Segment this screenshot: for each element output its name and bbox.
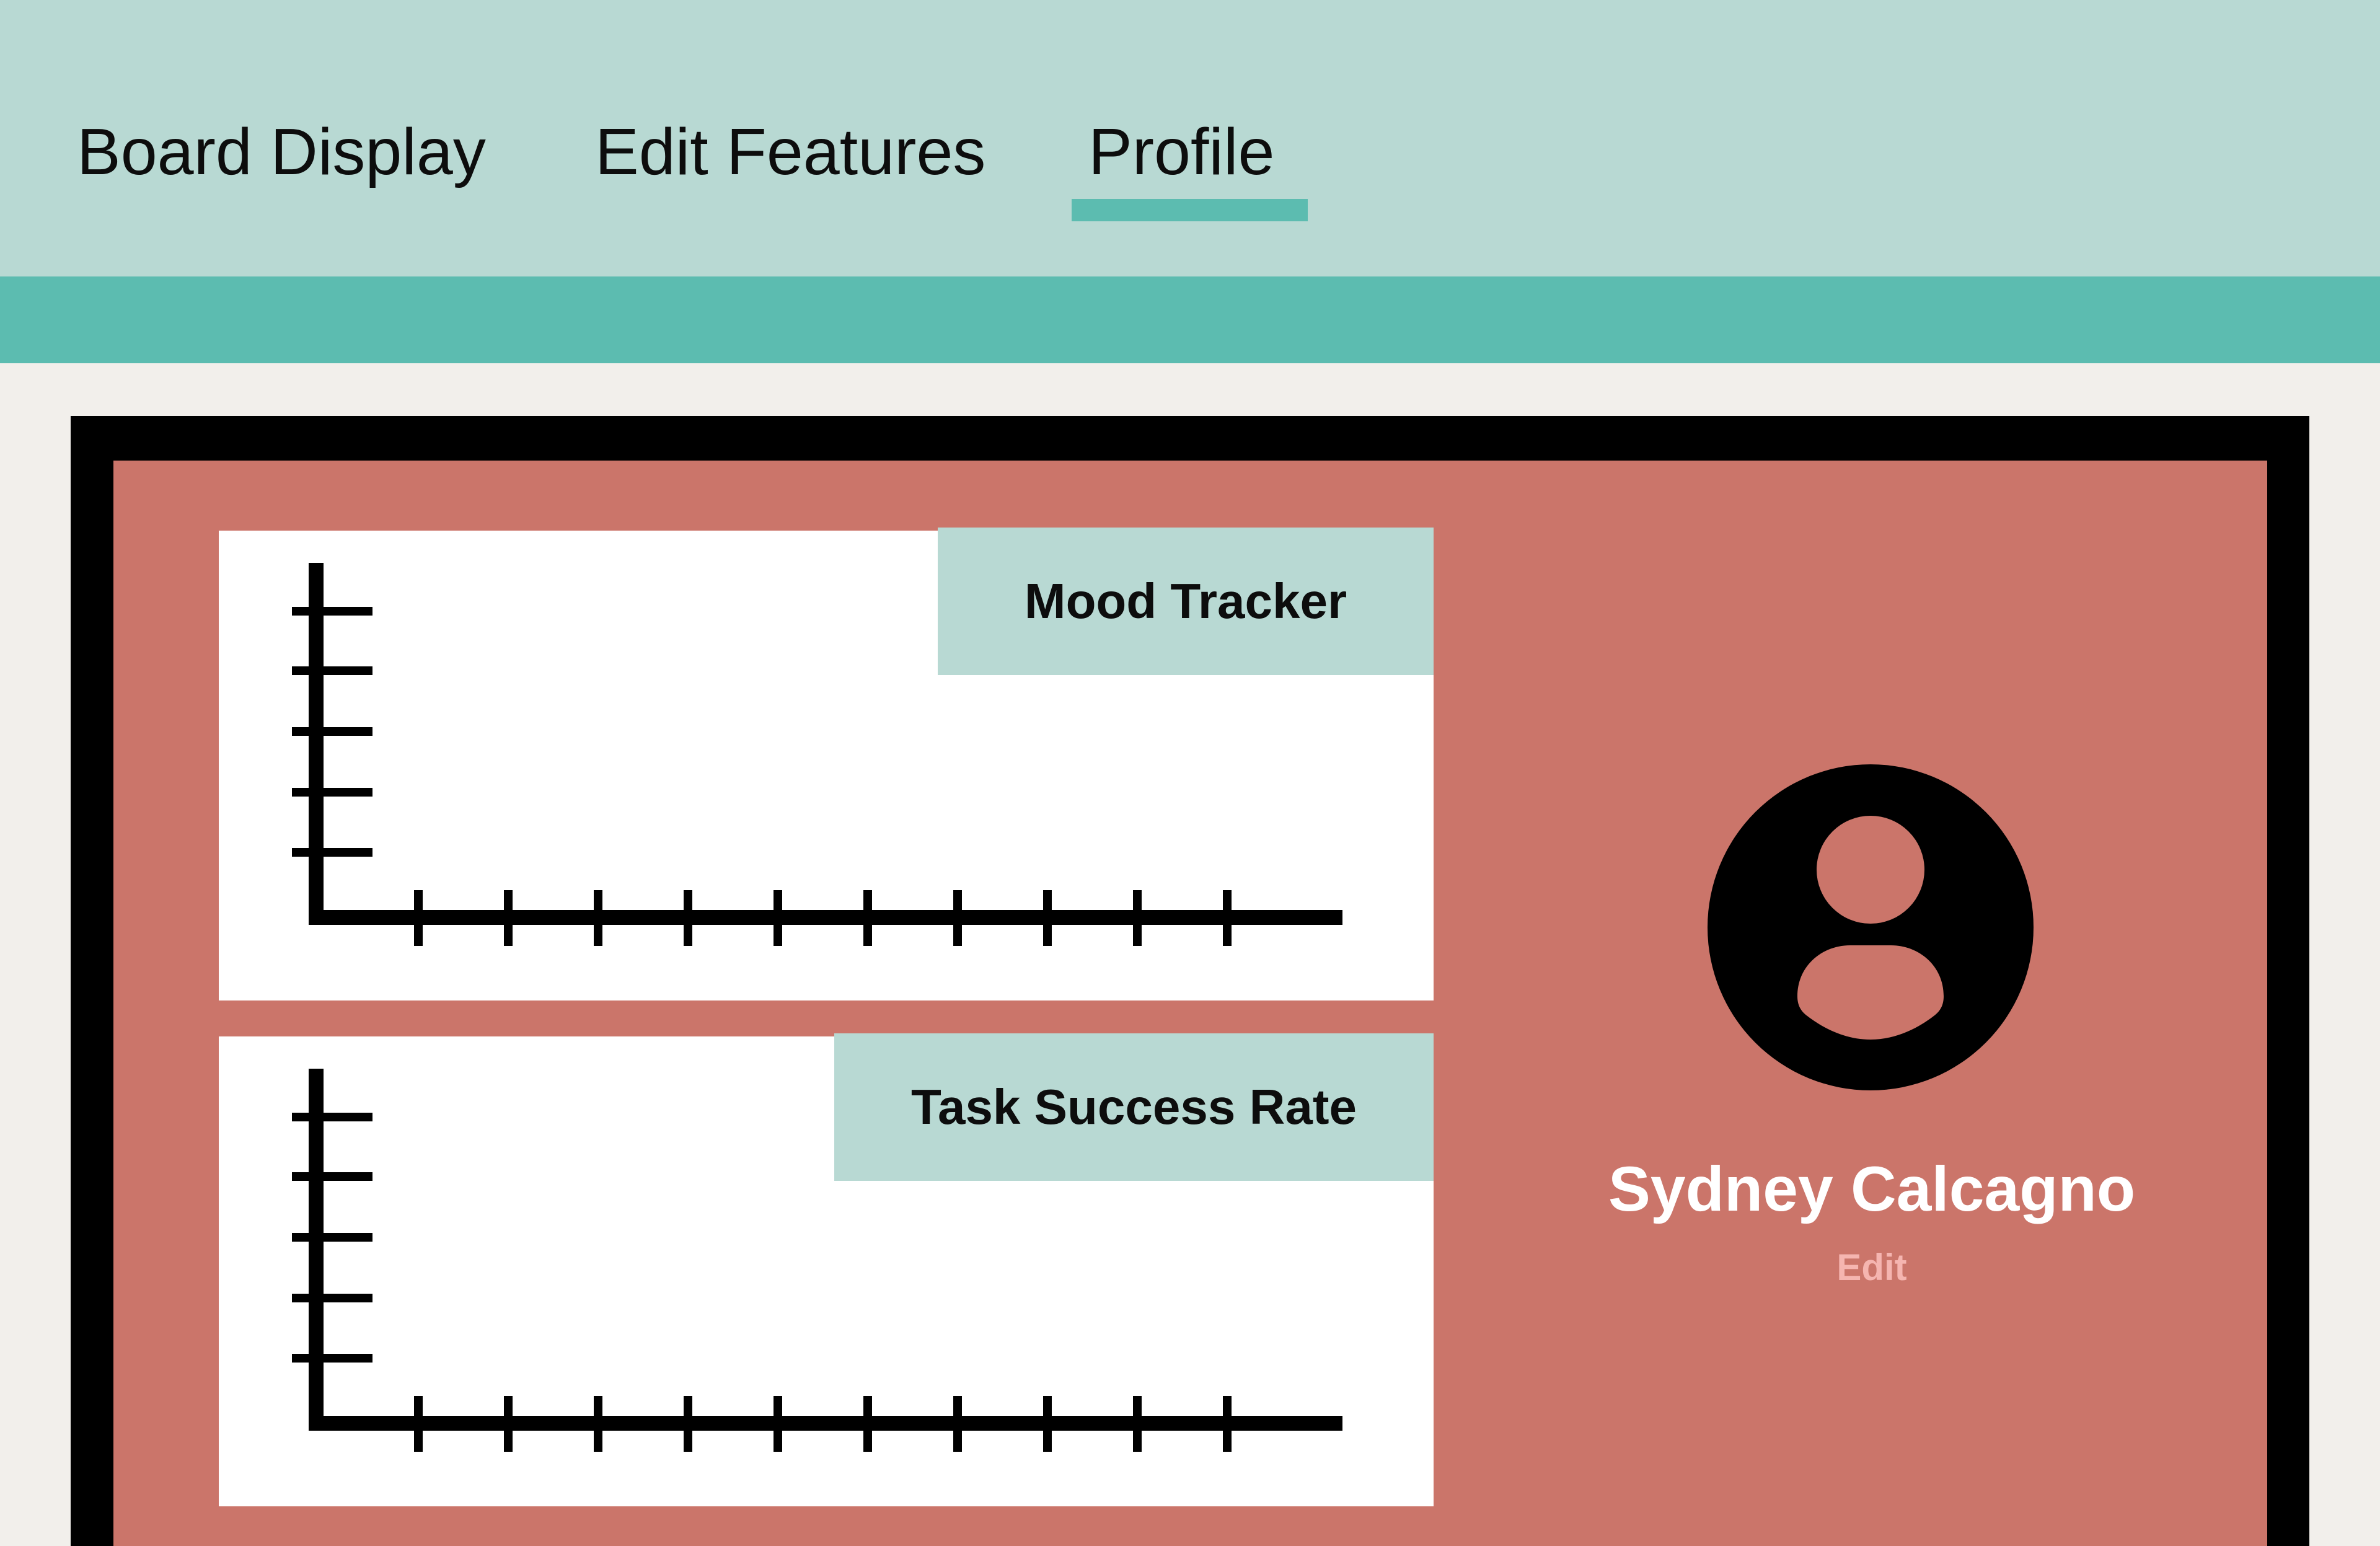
mood-tracker-title: Mood Tracker <box>938 528 1434 675</box>
user-circle-icon[interactable] <box>1708 764 2034 1090</box>
edit-profile-link[interactable]: Edit <box>1531 1246 2213 1289</box>
tab-board-display[interactable]: Board Display <box>77 112 486 192</box>
profile-name: Sydney Calcagno <box>1608 1154 2136 1224</box>
mood-tracker-chart: Mood Tracker <box>219 528 1434 1000</box>
task-success-rate-chart: Task Success Rate <box>219 1033 1434 1506</box>
header-accent-strip <box>0 276 2380 363</box>
top-navigation-bar: Board Display Edit Features Profile <box>0 0 2380 276</box>
active-tab-indicator <box>1072 199 1308 221</box>
tab-edit-features[interactable]: Edit Features <box>595 112 985 192</box>
tab-profile[interactable]: Profile <box>1088 112 1274 192</box>
task-success-rate-title: Task Success Rate <box>834 1033 1434 1181</box>
